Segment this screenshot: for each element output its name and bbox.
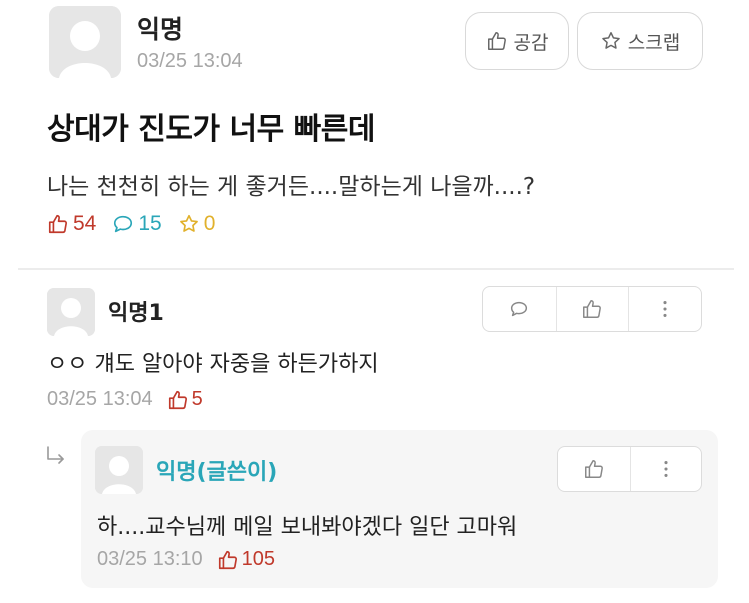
comment-like-count: 5 bbox=[167, 388, 203, 411]
star-icon bbox=[601, 32, 620, 49]
reply-like-button[interactable] bbox=[558, 447, 630, 491]
reply-button[interactable] bbox=[483, 287, 556, 331]
more-vertical-icon bbox=[663, 301, 667, 317]
thumbs-up-icon bbox=[168, 390, 187, 409]
comment-author: 익명1 bbox=[108, 301, 164, 326]
reply-meta: 03/25 13:10 105 bbox=[97, 548, 275, 571]
avatar[interactable] bbox=[95, 446, 143, 494]
thumbs-up-icon bbox=[48, 214, 68, 234]
post-author: 익명 bbox=[137, 15, 184, 44]
comment-count: 15 bbox=[112, 212, 162, 236]
like-count: 54 bbox=[47, 212, 96, 236]
post-stats: 54 15 0 bbox=[47, 212, 231, 236]
scrap-count-value: 0 bbox=[203, 212, 216, 235]
reply-body: 하....교수님께 메일 보내봐야겠다 일단 고마워 bbox=[97, 515, 518, 540]
comment-body: ㅇㅇ 걔도 알아야 자중을 하든가하지 bbox=[47, 352, 379, 377]
reply-like-count: 105 bbox=[217, 548, 275, 571]
default-avatar-icon bbox=[49, 6, 121, 78]
comment-like-button[interactable] bbox=[555, 287, 629, 331]
avatar[interactable] bbox=[49, 6, 121, 78]
reply-like-value: 105 bbox=[241, 548, 276, 570]
comment-count-value: 15 bbox=[138, 212, 162, 235]
speech-bubble-icon bbox=[114, 215, 133, 233]
thumbs-up-icon bbox=[218, 550, 237, 569]
thumbs-up-icon bbox=[583, 300, 602, 318]
like-button[interactable]: 공감 bbox=[465, 12, 569, 70]
reply-author: 익명(글쓴이) bbox=[156, 460, 278, 485]
post-header: 익명 03/25 13:04 공감 스크랩 bbox=[49, 6, 709, 78]
reply-time: 03/25 13:10 bbox=[97, 548, 203, 570]
star-icon bbox=[179, 214, 198, 232]
scrap-count: 0 bbox=[178, 212, 216, 236]
post-title: 상대가 진도가 너무 빠른데 bbox=[47, 112, 375, 147]
post-time: 03/25 13:04 bbox=[137, 50, 243, 72]
scrap-button-label: 스크랩 bbox=[627, 31, 681, 54]
default-avatar-icon bbox=[95, 446, 143, 494]
like-count-value: 54 bbox=[73, 212, 97, 235]
reply-arrow-icon bbox=[47, 446, 64, 464]
more-vertical-icon bbox=[664, 461, 668, 477]
default-avatar-icon bbox=[47, 288, 95, 336]
reply-actions bbox=[557, 446, 702, 492]
like-button-label: 공감 bbox=[513, 31, 549, 54]
comment-time: 03/25 13:04 bbox=[47, 388, 153, 410]
scrap-button[interactable]: 스크랩 bbox=[577, 12, 703, 70]
reply: 익명(글쓴이) 하....교수님께 메일 보내봐야겠다 일단 고마워 03/25… bbox=[81, 430, 718, 588]
avatar[interactable] bbox=[47, 288, 95, 336]
comment: 익명1 ㅇㅇ 걔도 알아야 자중을 하든가하지 03/25 13:04 5 bbox=[0, 280, 749, 430]
divider bbox=[18, 268, 734, 270]
comment-actions bbox=[482, 286, 702, 332]
more-button[interactable] bbox=[628, 287, 701, 331]
speech-bubble-icon bbox=[511, 301, 528, 317]
post-body: 나는 천천히 하는 게 좋거든....말하는게 나을까....? bbox=[47, 174, 536, 200]
comment-meta: 03/25 13:04 5 bbox=[47, 388, 203, 411]
reply-more-button[interactable] bbox=[629, 447, 702, 491]
thumbs-up-icon bbox=[487, 32, 506, 50]
comment-like-value: 5 bbox=[191, 388, 203, 410]
thumbs-up-icon bbox=[584, 460, 603, 478]
